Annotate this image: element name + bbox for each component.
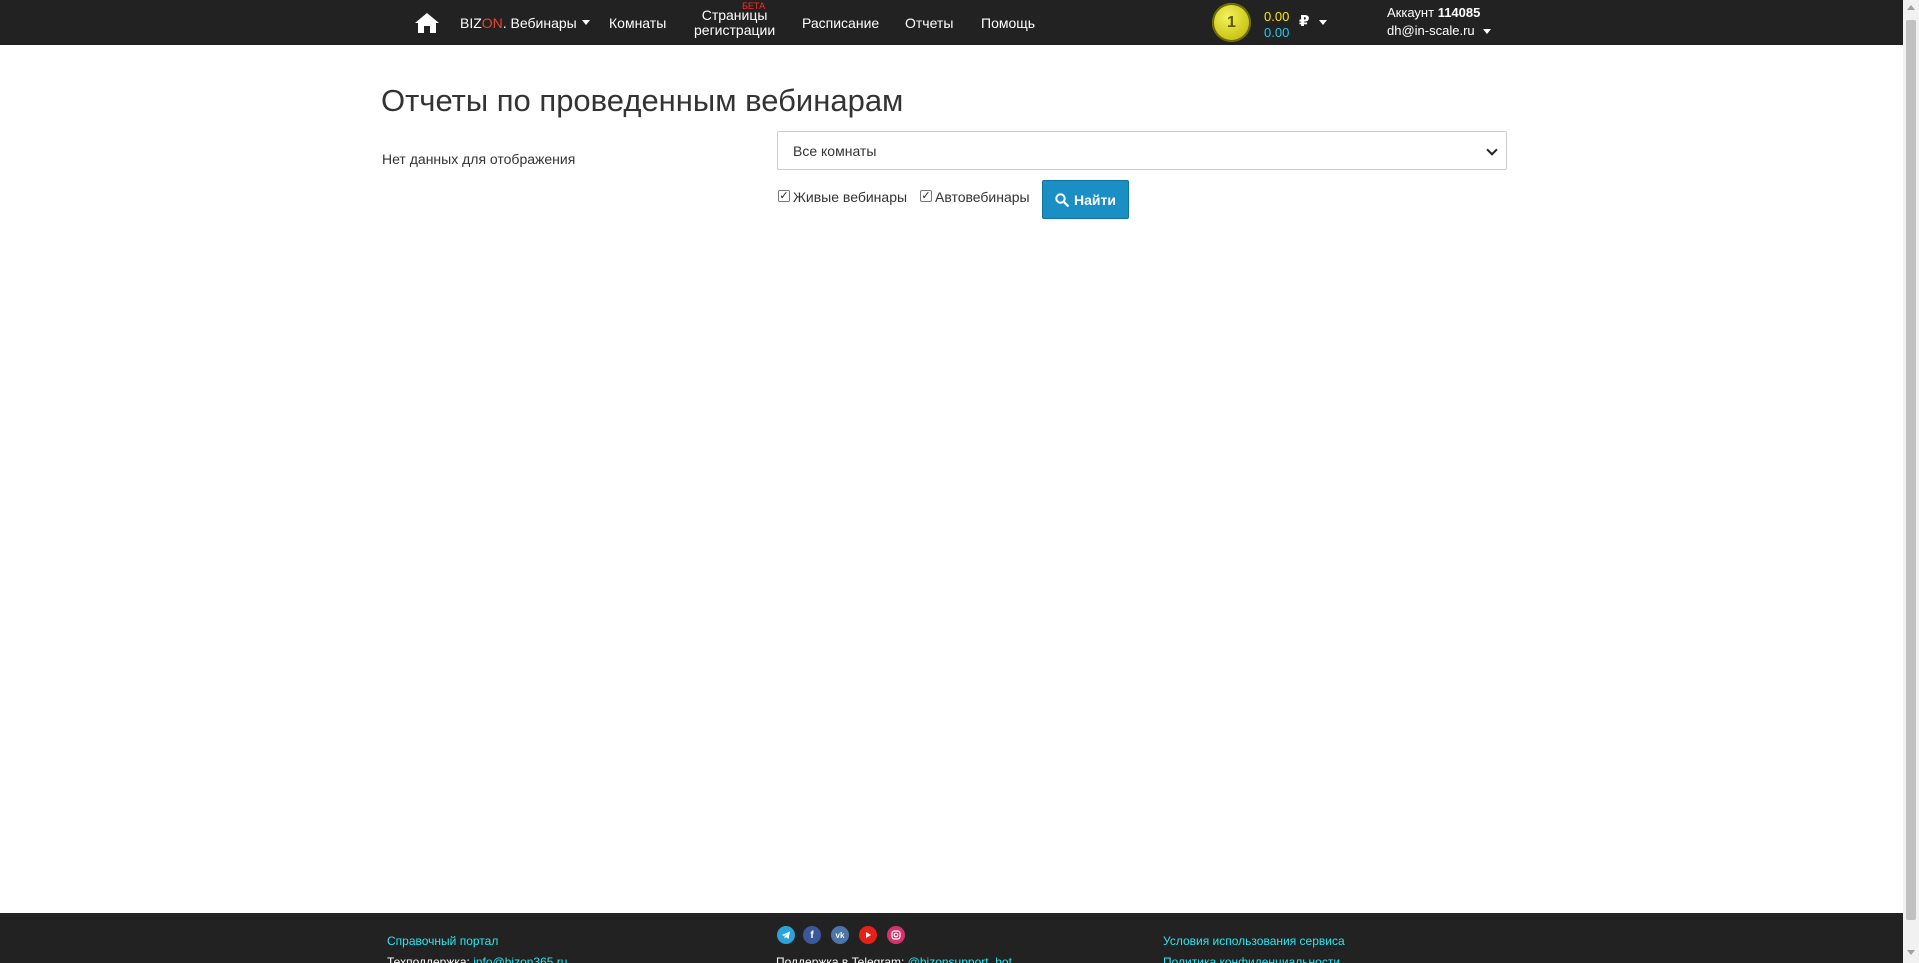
- youtube-icon[interactable]: [859, 926, 877, 944]
- support-email-link[interactable]: info@bizon365.ru: [473, 955, 567, 963]
- find-button[interactable]: Найти: [1042, 180, 1129, 219]
- scroll-down-arrow-icon[interactable]: [1907, 950, 1915, 955]
- facebook-icon[interactable]: f: [803, 926, 821, 944]
- nav-rooms[interactable]: Комнаты: [609, 0, 666, 45]
- privacy-link[interactable]: Политика конфиденциальности: [1163, 955, 1340, 963]
- balance-primary: 0.00: [1264, 9, 1290, 24]
- beta-badge: БЕТА: [742, 1, 766, 11]
- chevron-down-icon: [1318, 19, 1327, 25]
- telegram-prefix: Поддержка в Telegram:: [776, 955, 908, 963]
- chevron-down-icon: [1486, 144, 1498, 156]
- top-navbar: BIZ ON. Вебинары Комнаты Страницы регистр…: [0, 0, 1903, 45]
- room-select-value: Все комнаты: [793, 142, 877, 159]
- telegram-bot-link[interactable]: @bizonsupport_bot: [908, 955, 1012, 963]
- nav-schedule[interactable]: Расписание: [802, 0, 879, 45]
- coin-icon[interactable]: 1: [1212, 3, 1251, 42]
- live-webinars-label[interactable]: Живые вебинары: [793, 189, 907, 205]
- brand-menu[interactable]: BIZ ON. Вебинары: [460, 0, 590, 45]
- vk-icon[interactable]: vk: [831, 926, 849, 944]
- auto-webinars-label[interactable]: Автовебинары: [935, 189, 1030, 205]
- find-button-label: Найти: [1074, 191, 1116, 208]
- balance-secondary: 0.00: [1264, 25, 1290, 40]
- brand-on: ON: [481, 14, 503, 31]
- terms-link[interactable]: Условия использования сервиса: [1163, 934, 1345, 948]
- auto-webinars-checkbox[interactable]: ✓: [920, 190, 932, 202]
- search-icon: [1055, 192, 1069, 207]
- chevron-down-icon: [1483, 29, 1492, 35]
- scroll-up-arrow-icon[interactable]: [1907, 5, 1915, 10]
- nav-reports[interactable]: Отчеты: [905, 0, 953, 45]
- telegram-support-label: Поддержка в Telegram: @bizonsupport_bot: [776, 955, 1012, 963]
- currency-menu[interactable]: ₽: [1299, 12, 1327, 30]
- scrollbar-thumb[interactable]: [1906, 20, 1916, 920]
- instagram-icon[interactable]: [887, 926, 905, 944]
- no-data-message: Нет данных для отображения: [382, 151, 576, 167]
- page-title: Отчеты по проведенным вебинарам: [381, 83, 904, 118]
- telegram-icon[interactable]: [777, 926, 795, 944]
- checkmark-icon: ✓: [779, 189, 789, 202]
- support-prefix: Техподдержка:: [387, 955, 474, 963]
- brand-biz: BIZ: [460, 14, 482, 31]
- nav-pages-line2: регистрации: [694, 21, 776, 38]
- coin-symbol: 1: [1227, 13, 1236, 31]
- home-icon[interactable]: [414, 12, 440, 34]
- support-label: Техподдержка: info@bizon365.ru: [387, 955, 567, 963]
- nav-help[interactable]: Помощь: [981, 0, 1035, 45]
- live-webinars-checkbox[interactable]: ✓: [778, 190, 790, 202]
- account-email: dh@in-scale.ru: [1387, 23, 1475, 38]
- account-number: 114085: [1437, 5, 1481, 20]
- help-portal-link[interactable]: Справочный портал: [387, 934, 498, 948]
- brand-suffix: . Вебинары: [502, 14, 577, 31]
- currency-symbol: ₽: [1299, 13, 1310, 30]
- account-label-text: Аккаунт: [1387, 5, 1435, 20]
- account-menu[interactable]: dh@in-scale.ru: [1387, 23, 1492, 38]
- chevron-down-icon: [581, 20, 590, 25]
- room-select[interactable]: Все комнаты: [777, 131, 1507, 170]
- checkmark-icon: ✓: [921, 189, 931, 202]
- account-label: Аккаунт 114085: [1387, 5, 1480, 20]
